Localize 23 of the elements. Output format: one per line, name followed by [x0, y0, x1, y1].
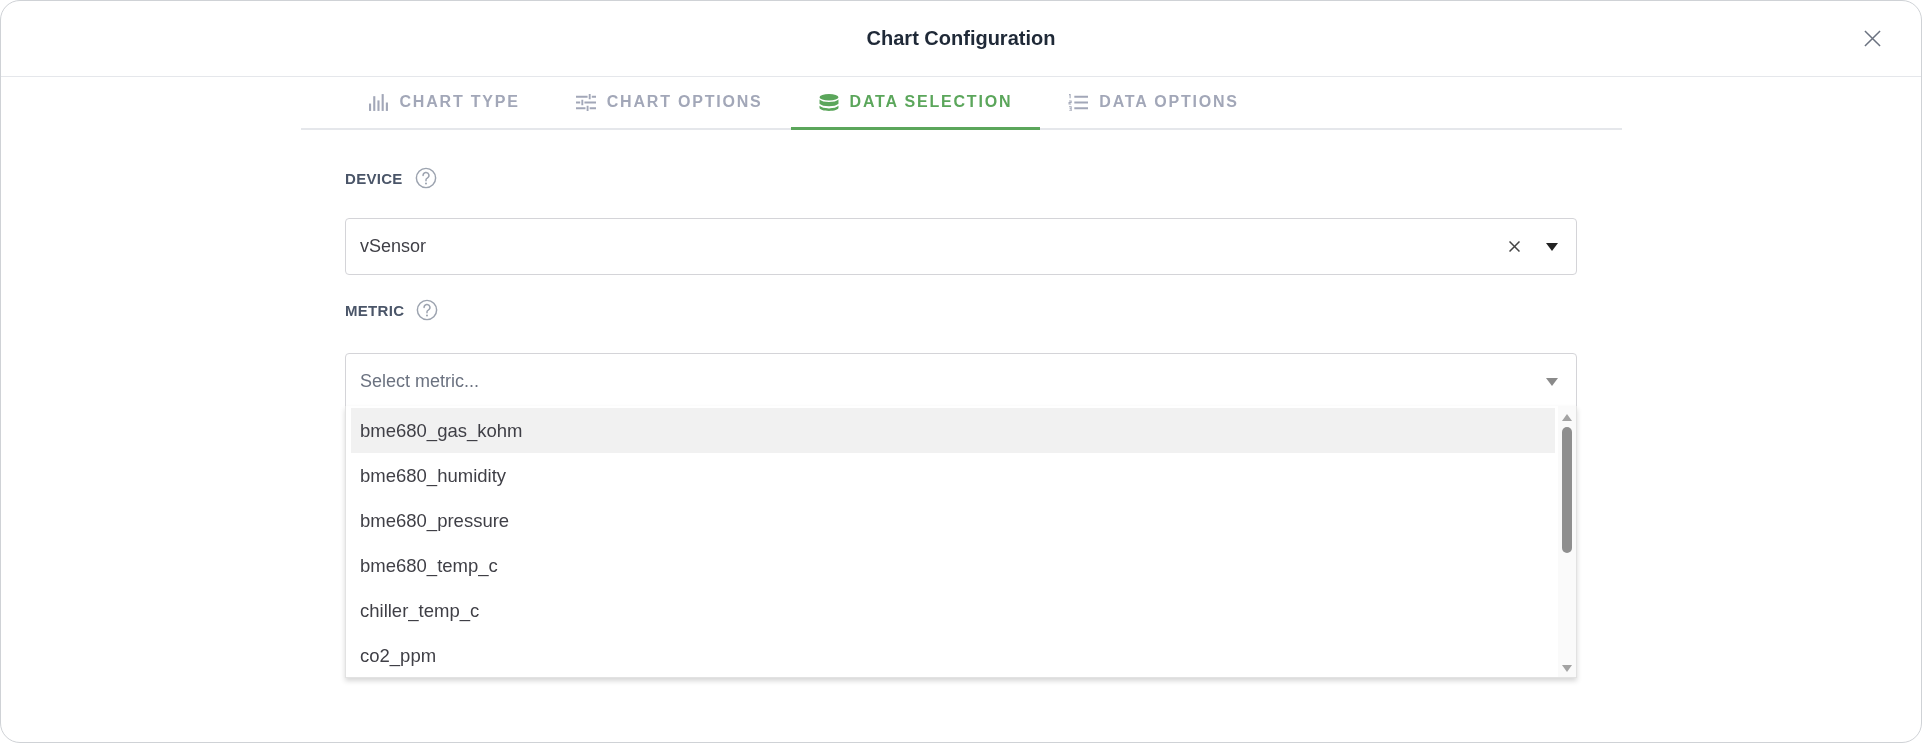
close-icon[interactable] [1864, 30, 1881, 47]
numbered-list-icon [1068, 93, 1089, 111]
scrollbar[interactable] [1558, 406, 1576, 677]
clear-icon[interactable] [1509, 241, 1520, 252]
field-label: DEVICE [345, 169, 403, 187]
device-select[interactable]: vSensor [345, 218, 1577, 275]
help-icon[interactable] [416, 299, 439, 321]
caret-icon[interactable] [1546, 242, 1558, 251]
dropdown-option[interactable]: bme680_gas_kohm [351, 408, 1555, 453]
scroll-down-icon[interactable] [1562, 665, 1572, 672]
sliders-icon [575, 93, 596, 111]
help-icon[interactable] [414, 167, 437, 189]
database-icon [818, 93, 839, 111]
dropdown-option[interactable]: bme680_humidity [351, 453, 1555, 498]
dropdown-option[interactable]: bme680_pressure [351, 498, 1555, 543]
scroll-up-icon[interactable] [1562, 414, 1572, 421]
dropdown-option[interactable]: bme680_temp_c [351, 543, 1555, 588]
dropdown-option[interactable]: co2_ppm [351, 633, 1555, 678]
field-label: METRIC [345, 301, 405, 319]
dropdown-option[interactable]: chiller_temp_c [351, 588, 1555, 633]
bar-chart-icon [368, 93, 389, 111]
dialog-title: Chart Configuration [866, 27, 1056, 50]
scrollbar-thumb[interactable] [1562, 427, 1572, 553]
